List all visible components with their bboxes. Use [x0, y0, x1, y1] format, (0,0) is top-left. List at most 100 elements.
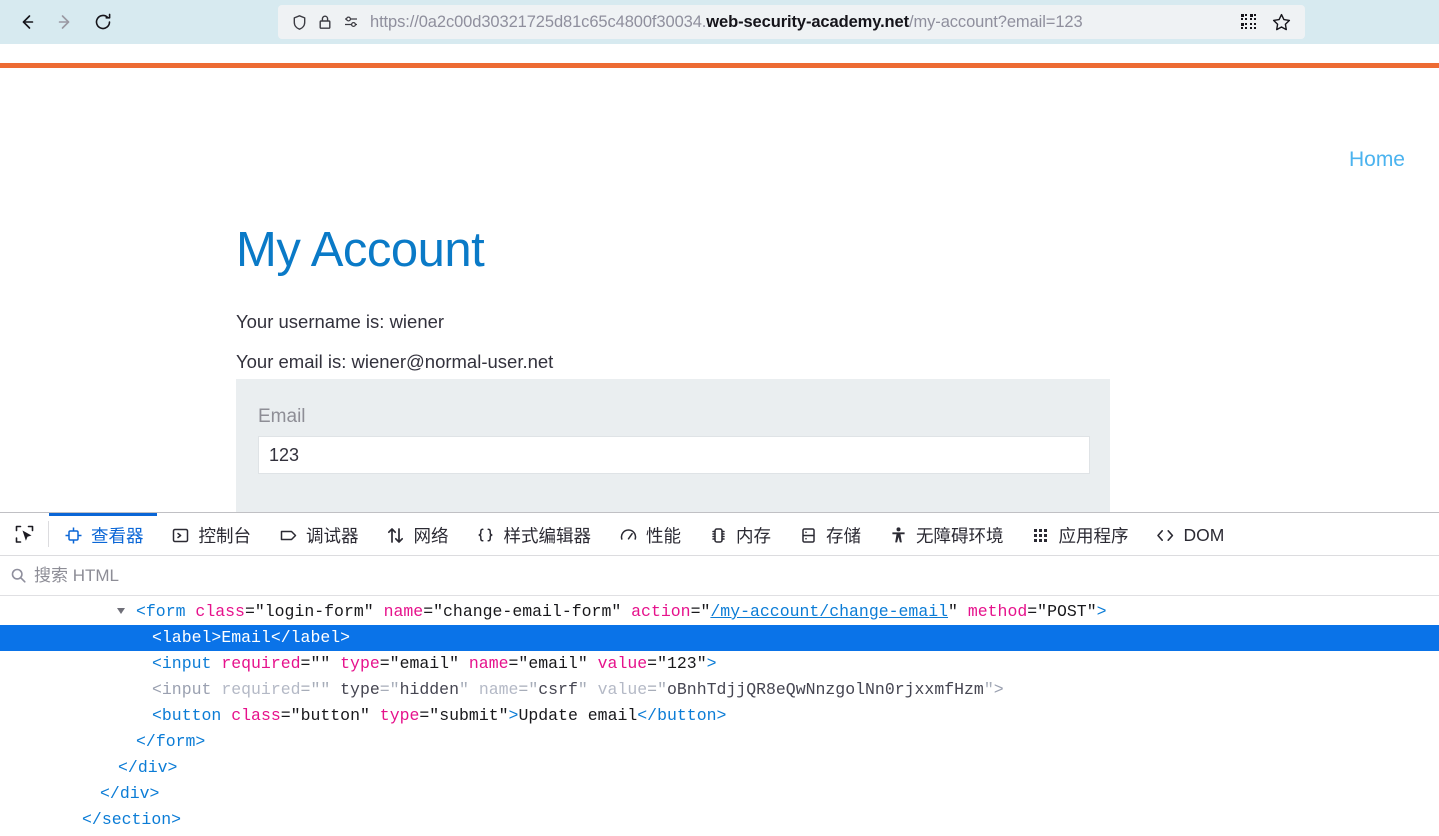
tab-application[interactable]: 应用程序	[1017, 513, 1142, 555]
search-input[interactable]	[34, 566, 1429, 586]
devtools-toolbar: 查看器 控制台调试器 网络 样式编辑器性能 内存存储无障碍环境 应用程序 DOM	[0, 513, 1439, 556]
markup-node-content: <input required="" type="email" name="em…	[152, 651, 717, 677]
markup-node-row[interactable]: <input required="" type="hidden" name="c…	[0, 677, 1439, 703]
token-val: 123	[667, 654, 697, 673]
accessibility-icon	[887, 525, 909, 547]
markup-node-row[interactable]: <input required="" type="email" name="em…	[0, 651, 1439, 677]
markup-node-content: <form class="login-form" name="change-em…	[136, 599, 1107, 625]
url-suffix: /my-account?email=123	[909, 13, 1083, 31]
url-host: web-security-academy.net	[706, 13, 909, 31]
token-bracket: <	[152, 628, 162, 647]
markup-node-row[interactable]: </div>	[0, 781, 1439, 807]
token-eq: ="	[518, 680, 538, 699]
token-val: submit	[439, 706, 498, 725]
token-tag: input	[162, 654, 212, 673]
token-eq: "	[611, 602, 631, 621]
url-text: https://0a2c00d30321725d81c65c4800f30034…	[370, 13, 1083, 32]
node-picker-icon[interactable]	[0, 513, 48, 555]
tab-inspector[interactable]: 查看器	[49, 513, 157, 555]
token-tag: input	[162, 680, 212, 699]
network-icon	[385, 525, 407, 547]
token-eq: ="	[1027, 602, 1047, 621]
tab-label: 网络	[414, 523, 449, 548]
forward-button[interactable]	[46, 5, 84, 39]
home-link[interactable]: Home	[1349, 148, 1405, 172]
markup-node-content: <label>Email</label>	[152, 625, 350, 651]
markup-node-row[interactable]: <label>Email</label>	[0, 625, 1439, 651]
token-eq: ="	[647, 654, 667, 673]
tab-storage[interactable]: 存储	[784, 513, 874, 555]
back-button[interactable]	[8, 5, 46, 39]
reload-button[interactable]	[84, 5, 122, 39]
token-val: change-email-form	[443, 602, 611, 621]
token-eq: "	[499, 706, 509, 725]
tab-style-editor[interactable]: 样式编辑器	[462, 513, 605, 555]
token-link[interactable]: /my-account/change-email	[710, 602, 948, 621]
shield-icon	[286, 9, 312, 35]
expand-twisty-icon[interactable]	[117, 608, 125, 614]
tab-label: 查看器	[91, 523, 144, 548]
tab-network[interactable]: 网络	[372, 513, 462, 555]
token-attr: type	[380, 706, 420, 725]
token-tag: button	[162, 706, 221, 725]
token-attr: type	[340, 654, 380, 673]
markup-node-row[interactable]: </form>	[0, 729, 1439, 755]
page-content: Home My Account Your username is: wiener…	[0, 68, 1439, 512]
tab-accessibility[interactable]: 无障碍环境	[874, 513, 1017, 555]
token-bracket: >	[211, 628, 221, 647]
markup-node-row[interactable]: <form class="login-form" name="change-em…	[0, 599, 1439, 625]
markup-node-row[interactable]: <button class="button" type="submit">Upd…	[0, 703, 1439, 729]
page-viewport: Home My Account Your username is: wiener…	[0, 44, 1439, 512]
tab-performance[interactable]: 性能	[604, 513, 694, 555]
tab-dom[interactable]: DOM	[1142, 513, 1238, 555]
tab-label: 样式编辑器	[504, 523, 592, 548]
permissions-icon[interactable]	[338, 9, 364, 35]
email-input[interactable]	[258, 436, 1090, 474]
token-text	[221, 706, 231, 725]
token-bracket: >	[340, 628, 350, 647]
token-tag: label	[162, 628, 212, 647]
markup-search-bar[interactable]	[0, 556, 1439, 596]
token-bracket: >	[195, 732, 205, 751]
token-eq: ="	[509, 654, 529, 673]
tab-label: 内存	[736, 523, 771, 548]
address-bar[interactable]: https://0a2c00d30321725d81c65c4800f30034…	[278, 5, 1305, 39]
token-eq: =""	[301, 654, 341, 673]
markup-node-row[interactable]: </div>	[0, 755, 1439, 781]
token-attr: required	[221, 654, 300, 673]
token-eq: ="	[380, 680, 400, 699]
token-attr: action	[631, 602, 690, 621]
token-val: button	[301, 706, 360, 725]
token-bracket: </	[637, 706, 657, 725]
token-eq: "	[459, 680, 479, 699]
token-bracket: >	[717, 706, 727, 725]
token-bracket: <	[136, 602, 146, 621]
performance-icon	[617, 525, 639, 547]
token-eq: "	[578, 654, 598, 673]
debugger-icon	[277, 525, 299, 547]
search-icon	[10, 567, 27, 584]
token-tag: button	[657, 706, 716, 725]
token-tag: form	[156, 732, 196, 751]
tab-label: 控制台	[199, 523, 252, 548]
tab-debugger[interactable]: 调试器	[264, 513, 372, 555]
token-bracket: >	[171, 810, 181, 829]
token-bracket: </	[100, 784, 120, 803]
token-tag: div	[120, 784, 150, 803]
markup-tree[interactable]: <form class="login-form" name="change-em…	[0, 597, 1439, 836]
application-icon	[1030, 525, 1052, 547]
token-val: hidden	[400, 680, 459, 699]
token-eq: "	[360, 706, 380, 725]
token-attr: value	[598, 680, 648, 699]
token-eq: ="	[419, 706, 439, 725]
tab-console[interactable]: 控制台	[157, 513, 265, 555]
token-bracket: <	[152, 680, 162, 699]
star-icon[interactable]	[1265, 7, 1297, 37]
token-bracket: <	[152, 654, 162, 673]
token-bracket: >	[168, 758, 178, 777]
qr-code-icon[interactable]	[1233, 7, 1265, 37]
token-val: POST	[1047, 602, 1087, 621]
tab-memory[interactable]: 内存	[694, 513, 784, 555]
markup-node-row[interactable]: </section>	[0, 807, 1439, 833]
tab-label: 应用程序	[1059, 523, 1129, 548]
